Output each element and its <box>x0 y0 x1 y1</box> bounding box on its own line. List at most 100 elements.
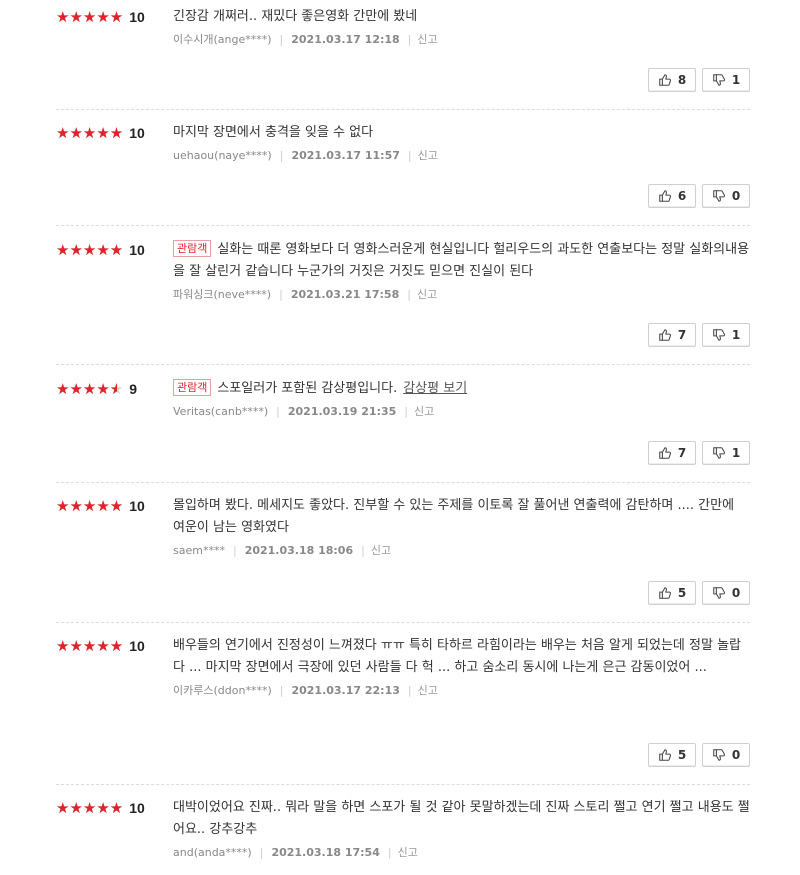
divider: | <box>404 405 409 418</box>
review-text: 실화는 때론 영화보다 더 영화스러운게 현실입니다 헐리우드의 과도한 연출보… <box>173 242 750 279</box>
username[interactable]: 파워싱크(neve****) <box>173 288 271 301</box>
divider: | <box>407 684 412 697</box>
review-separator <box>56 784 750 785</box>
like-button[interactable]: 7 <box>648 323 696 347</box>
review-separator <box>56 225 750 226</box>
thumbs-down-icon <box>712 748 726 762</box>
report-link[interactable]: 신고 <box>417 288 437 301</box>
like-button[interactable]: 7 <box>648 441 696 465</box>
review-separator <box>56 482 750 483</box>
vote-buttons: 81 <box>648 68 750 92</box>
report-link[interactable]: 신고 <box>418 149 438 162</box>
dislike-count: 0 <box>731 748 741 762</box>
vote-buttons: 50 <box>648 743 750 767</box>
star-rating-icon: ★★★★★★★★★★ <box>56 8 124 26</box>
viewer-badge: 관람객 <box>173 379 212 396</box>
like-button[interactable]: 6 <box>648 184 696 208</box>
divider: | <box>407 149 412 162</box>
username[interactable]: 이수시개(ange****) <box>173 33 272 46</box>
divider: | <box>276 405 280 418</box>
rating: ★★★★★ ★★★★★ 10 <box>56 124 145 142</box>
dislike-button[interactable]: 1 <box>702 68 750 92</box>
review-text-row: 배우들의 연기에서 진정성이 느껴졌다 ㅠㅠ 특히 타하르 라힘이라는 배우는 … <box>173 635 750 679</box>
vote-buttons: 50 <box>648 581 750 605</box>
dislike-count: 0 <box>731 189 741 203</box>
review-text-row: 대박이었어요 진짜.. 뭐라 말을 하면 스포가 될 것 같아 못말하겠는데 진… <box>173 797 750 841</box>
username[interactable]: and(anda****) <box>173 846 252 859</box>
review-date: 2021.03.19 21:35 <box>287 405 397 418</box>
thumbs-down-icon <box>712 189 726 203</box>
rating: ★★★★★ ★★★★★ 10 <box>56 637 145 655</box>
report-link[interactable]: 신고 <box>418 684 438 697</box>
star-rating-icon: ★★★★★★★★★★ <box>56 497 124 515</box>
review-text-row: 관람객 스포일러가 포함된 감상평입니다. 감상평 보기 <box>173 378 750 400</box>
username[interactable]: uehaou(naye****) <box>173 149 272 162</box>
dislike-count: 0 <box>731 586 741 600</box>
review-meta: and(anda****) | 2021.03.18 17:54 | 신고 <box>173 844 750 862</box>
divider: | <box>279 684 284 697</box>
report-link[interactable]: 신고 <box>371 544 391 557</box>
star-rating-icon: ★★★★★★★★★★ <box>56 380 124 398</box>
username[interactable]: Veritas(canb****) <box>173 405 268 418</box>
score-value: 10 <box>129 9 145 25</box>
review-date: 2021.03.21 17:58 <box>290 288 400 301</box>
like-button[interactable]: 5 <box>648 743 696 767</box>
dislike-button[interactable]: 1 <box>702 441 750 465</box>
vote-buttons: 60 <box>648 184 750 208</box>
username[interactable]: 이카루스(ddon****) <box>173 684 272 697</box>
review-date: 2021.03.18 17:54 <box>271 846 380 859</box>
review-text: 몰입하며 봤다. 메세지도 좋았다. 진부할 수 있는 주제를 이토록 잘 풀어… <box>173 498 735 535</box>
report-link[interactable]: 신고 <box>414 405 434 418</box>
thumbs-down-icon <box>712 586 726 600</box>
score-value: 10 <box>129 242 145 258</box>
dislike-count: 1 <box>731 446 741 460</box>
review-meta: Veritas(canb****) | 2021.03.19 21:35 | 신고 <box>173 403 750 421</box>
review-meta: uehaou(naye****) | 2021.03.17 11:57 | 신고 <box>173 147 750 165</box>
thumbs-down-icon <box>712 446 726 460</box>
review-date: 2021.03.18 18:06 <box>244 544 354 557</box>
report-link[interactable]: 신고 <box>398 846 418 859</box>
rating: ★★★★★★★★★★ 9 <box>56 380 137 398</box>
review-text-row: 몰입하며 봤다. 메세지도 좋았다. 진부할 수 있는 주제를 이토록 잘 풀어… <box>173 495 750 539</box>
view-review-link[interactable]: 감상평 보기 <box>403 381 467 396</box>
divider: | <box>259 846 264 859</box>
viewer-badge: 관람객 <box>173 240 212 257</box>
dislike-count: 1 <box>731 328 741 342</box>
review-date: 2021.03.17 22:13 <box>291 684 400 697</box>
thumbs-up-icon <box>658 446 672 460</box>
username[interactable]: saem**** <box>173 544 225 557</box>
review-text-row: 마지막 장면에서 충격을 잊을 수 없다 <box>173 122 750 144</box>
thumbs-down-icon <box>712 73 726 87</box>
like-count: 5 <box>677 586 687 600</box>
review-meta: 이카루스(ddon****) | 2021.03.17 22:13 | 신고 <box>173 682 750 700</box>
review-meta: saem**** | 2021.03.18 18:06 | 신고 <box>173 542 750 560</box>
score-value: 10 <box>129 800 145 816</box>
divider: | <box>361 544 365 557</box>
like-count: 8 <box>677 73 687 87</box>
review-separator <box>56 364 750 365</box>
review-meta: 이수시개(ange****) | 2021.03.17 12:18 | 신고 <box>173 31 750 49</box>
report-link[interactable]: 신고 <box>417 33 437 46</box>
score-value: 10 <box>129 498 145 514</box>
star-rating-icon: ★★★★★★★★★★ <box>56 799 124 817</box>
like-button[interactable]: 8 <box>648 68 696 92</box>
score-value: 9 <box>129 381 138 397</box>
divider: | <box>407 33 412 46</box>
rating: ★★★★★ ★★★★★ 10 <box>56 241 145 259</box>
star-rating-icon: ★★★★★★★★★★ <box>56 124 124 142</box>
star-rating-icon: ★★★★★★★★★★ <box>56 637 124 655</box>
like-button[interactable]: 5 <box>648 581 696 605</box>
score-value: 10 <box>129 125 145 141</box>
thumbs-up-icon <box>658 189 672 203</box>
review-text: 마지막 장면에서 충격을 잊을 수 없다 <box>173 125 374 140</box>
dislike-button[interactable]: 0 <box>702 581 750 605</box>
dislike-button[interactable]: 0 <box>702 184 750 208</box>
divider: | <box>407 288 411 301</box>
review-text: 대박이었어요 진짜.. 뭐라 말을 하면 스포가 될 것 같아 못말하겠는데 진… <box>173 800 750 837</box>
review-text: 스포일러가 포함된 감상평입니다. <box>217 381 398 396</box>
divider: | <box>387 846 392 859</box>
dislike-button[interactable]: 1 <box>702 323 750 347</box>
divider: | <box>279 149 284 162</box>
like-count: 6 <box>677 189 687 203</box>
dislike-button[interactable]: 0 <box>702 743 750 767</box>
